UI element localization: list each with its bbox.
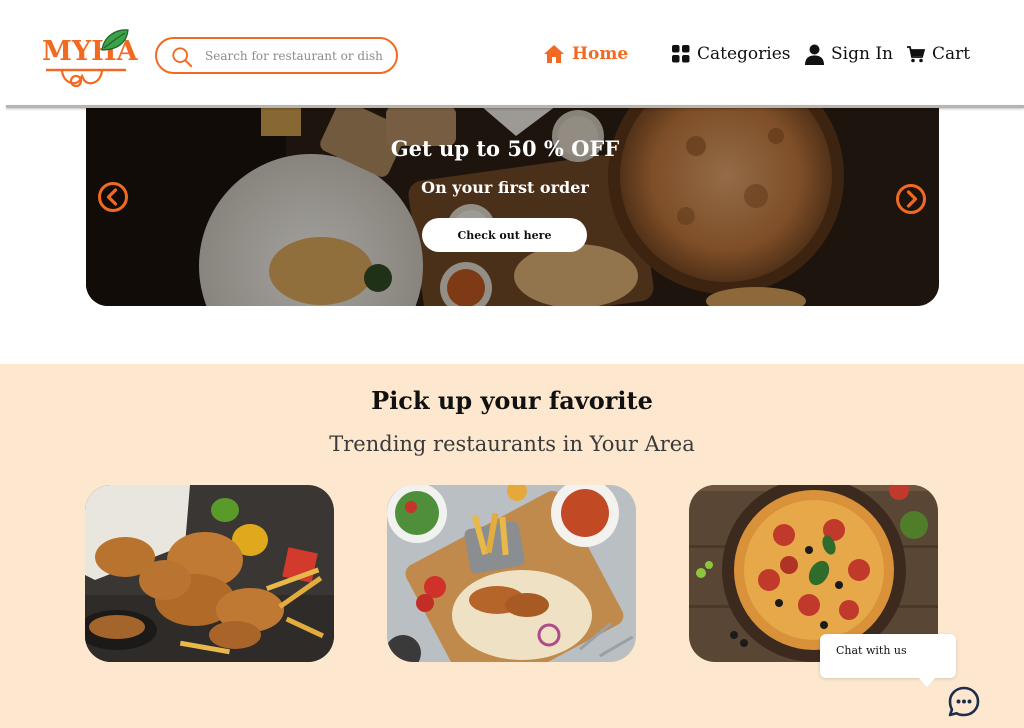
nav-home-label: Home [572, 44, 629, 64]
home-icon [543, 44, 565, 64]
hero-title: Get up to 50 % OFF [390, 136, 620, 161]
nav-categories-label: Categories [697, 44, 791, 64]
nav-home[interactable]: Home [543, 41, 628, 67]
hero-banner: Get up to 50 % OFF On your first order C… [86, 106, 939, 306]
restaurant-card-fried-chicken[interactable] [85, 485, 334, 662]
check-out-here-button[interactable]: Check out here [422, 218, 587, 252]
grilled-chicken-platter-image [387, 485, 636, 662]
cloche-icon [46, 68, 126, 88]
leaf-icon [101, 29, 129, 51]
grid-icon [672, 45, 690, 63]
chat-icon[interactable] [947, 685, 981, 719]
chat-label: Chat with us [836, 644, 907, 657]
site-header: MYHA Home [0, 0, 1024, 106]
user-icon [805, 44, 824, 65]
chevron-right-icon[interactable] [895, 183, 927, 215]
search-icon[interactable] [171, 46, 193, 68]
hero-subtitle: On your first order [421, 178, 589, 197]
cart-icon [907, 45, 925, 63]
search-bar[interactable] [155, 37, 398, 74]
header-divider [6, 105, 1024, 108]
search-input[interactable] [205, 45, 390, 67]
brand-logo[interactable]: MYHA [42, 28, 138, 88]
nav-cart-label: Cart [932, 44, 971, 64]
nav-sign-in[interactable]: Sign In [805, 41, 893, 67]
nav-categories[interactable]: Categories [672, 41, 791, 67]
restaurant-card-grilled-platter[interactable] [387, 485, 636, 662]
section-title: Pick up your favorite [371, 386, 653, 415]
chat-tooltip: Chat with us [820, 634, 956, 687]
fried-chicken-image [85, 485, 334, 662]
nav-cart[interactable]: Cart [907, 41, 970, 67]
section-subtitle: Trending restaurants in Your Area [329, 432, 695, 456]
nav-sign-in-label: Sign In [831, 44, 893, 64]
chevron-left-icon[interactable] [97, 181, 129, 213]
